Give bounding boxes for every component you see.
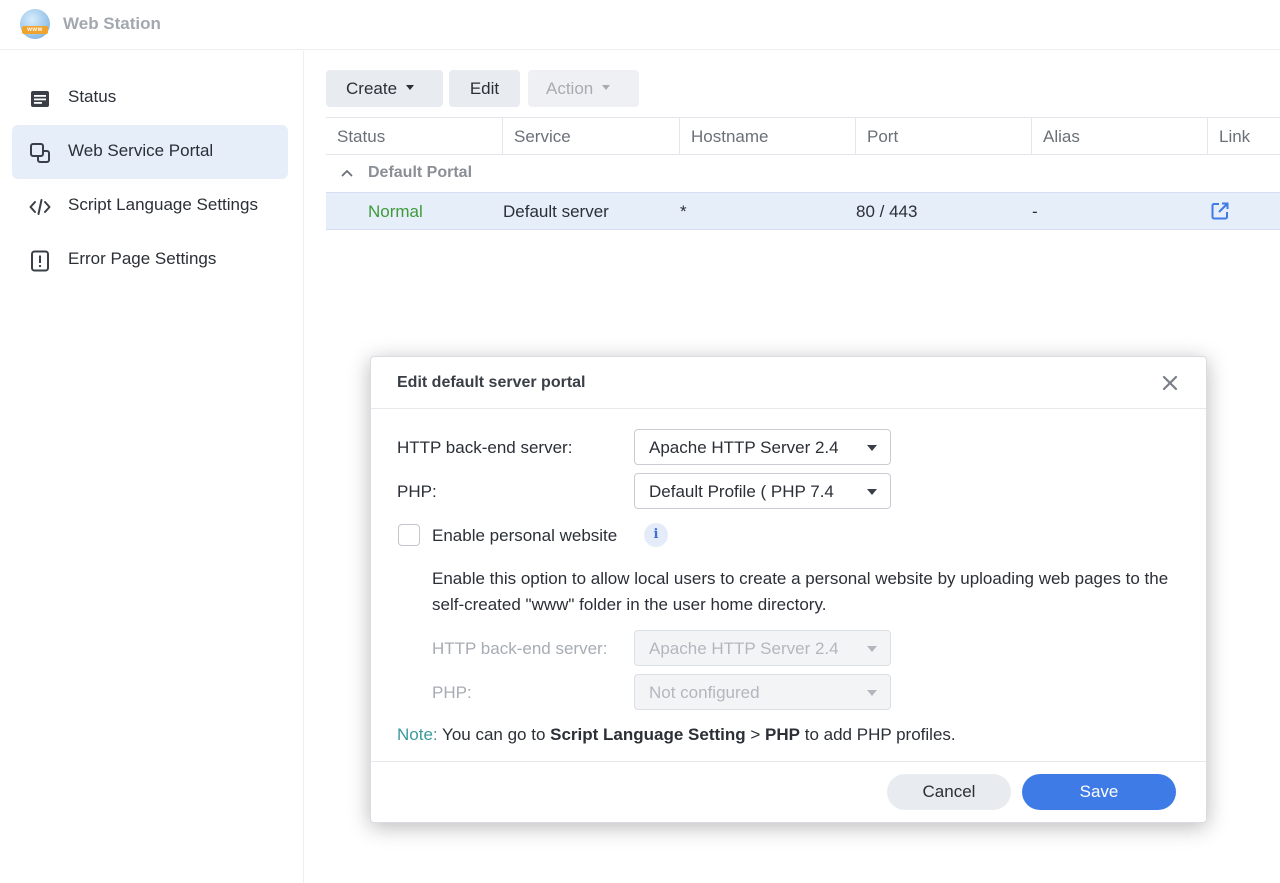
note-key: Note: (397, 725, 438, 744)
service-cell: Default server (503, 202, 609, 221)
edit-button[interactable]: Edit (449, 70, 520, 107)
web-station-logo-icon: www (20, 9, 50, 39)
note-bold-php: PHP (765, 725, 801, 744)
backend-server-value: Apache HTTP Server 2.4 (649, 438, 839, 457)
sidebar-item-error-page-settings[interactable]: Error Page Settings (12, 233, 288, 287)
note-part: > (745, 725, 766, 744)
table-row[interactable]: Normal Default server * 80 / 443 - (326, 192, 1280, 230)
personal-website-description: Enable this option to allow local users … (432, 569, 1169, 614)
personal-php-value: Not configured (649, 683, 760, 702)
personal-backend-server-select[interactable]: Apache HTTP Server 2.4 (634, 630, 891, 666)
chevron-down-icon (867, 646, 877, 652)
note-part: You can go to (437, 725, 551, 744)
php-profile-value: Default Profile ( PHP 7.4 (649, 482, 834, 501)
dialog-header: Edit default server portal (371, 357, 1206, 409)
note-text: Note: You can go to Script Language Sett… (397, 725, 956, 745)
cancel-button[interactable]: Cancel (887, 774, 1011, 810)
save-button[interactable]: Save (1022, 774, 1176, 810)
edit-button-label: Edit (469, 79, 500, 98)
backend-server-select[interactable]: Apache HTTP Server 2.4 (634, 429, 891, 465)
create-button[interactable]: Create (326, 70, 443, 107)
sidebar-item-web-service-portal[interactable]: Web Service Portal (12, 125, 288, 179)
sidebar-item-label: Error Page Settings (68, 249, 217, 268)
edit-portal-dialog: Edit default server portal HTTP back-end… (370, 356, 1207, 823)
table-header: Status Service Hostname Port Alias Link (326, 117, 1280, 155)
column-header-alias[interactable]: Alias (1032, 118, 1080, 155)
sidebar: Status Web Service Portal Script Languag… (0, 51, 304, 883)
chevron-down-icon (867, 489, 877, 495)
php-profile-select[interactable]: Default Profile ( PHP 7.4 (634, 473, 891, 509)
personal-backend-server-value: Apache HTTP Server 2.4 (649, 639, 839, 658)
sidebar-item-status[interactable]: Status (12, 71, 288, 125)
title-bar: www Web Station (0, 0, 1280, 50)
enable-personal-website-label[interactable]: Enable personal website (432, 526, 617, 546)
chevron-down-icon (867, 690, 877, 696)
sidebar-item-label: Status (68, 87, 117, 106)
dialog-title: Edit default server portal (397, 374, 586, 391)
error-page-icon (31, 250, 49, 272)
chevron-down-icon (602, 85, 611, 91)
status-cell: Normal (368, 202, 423, 221)
hostname-cell: * (680, 202, 687, 221)
personal-backend-server-label: HTTP back-end server: (432, 639, 608, 658)
external-link-icon[interactable] (1210, 201, 1230, 221)
note-bold-script-language: Script Language Setting (550, 725, 746, 744)
column-header-port[interactable]: Port (856, 118, 898, 155)
create-button-label: Create (346, 79, 398, 98)
sidebar-item-script-language-settings[interactable]: Script Language Settings (12, 179, 288, 233)
column-header-status[interactable]: Status (326, 118, 385, 155)
port-cell: 80 / 443 (856, 202, 918, 221)
chevron-up-icon[interactable] (341, 167, 353, 179)
chevron-down-icon (867, 445, 877, 451)
info-icon[interactable]: i (644, 523, 668, 547)
group-row-default-portal[interactable]: Default Portal (326, 155, 1280, 192)
logo-text: www (22, 26, 48, 34)
app-title: Web Station (63, 14, 161, 33)
enable-personal-website-checkbox[interactable] (398, 524, 420, 546)
column-header-hostname[interactable]: Hostname (680, 118, 768, 155)
action-button-label: Action (546, 79, 594, 98)
column-header-service[interactable]: Service (503, 118, 571, 155)
action-button[interactable]: Action (528, 70, 639, 107)
code-icon (29, 199, 51, 215)
sidebar-item-label: Script Language Settings (68, 195, 258, 214)
php-label: PHP: (397, 482, 437, 501)
sidebar-item-label: Web Service Portal (68, 141, 214, 160)
alias-cell: - (1032, 202, 1038, 221)
status-list-icon (31, 91, 49, 107)
dialog-footer-divider (371, 761, 1206, 762)
close-icon[interactable] (1161, 374, 1179, 392)
group-label: Default Portal (368, 164, 473, 181)
note-part: to add PHP profiles. (800, 725, 956, 744)
personal-php-label: PHP: (432, 683, 472, 702)
backend-server-label: HTTP back-end server: (397, 438, 573, 457)
column-header-link[interactable]: Link (1208, 118, 1250, 155)
chevron-down-icon (406, 85, 415, 91)
personal-php-select[interactable]: Not configured (634, 674, 891, 710)
portal-windows-icon (30, 143, 50, 163)
